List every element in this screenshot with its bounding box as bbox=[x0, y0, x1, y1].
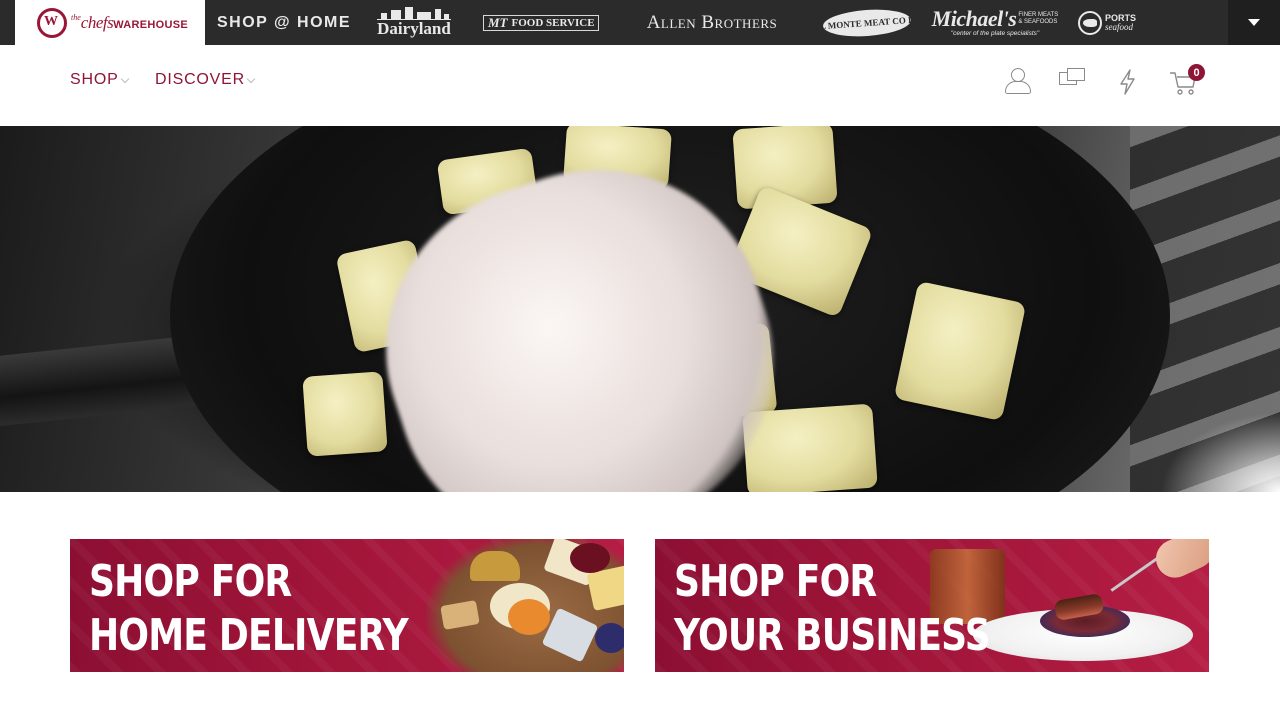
caret-down-icon bbox=[1248, 19, 1260, 26]
nav-discover-label: DISCOVER bbox=[155, 71, 245, 88]
brand-shop-at-home-link[interactable]: SHOP @ HOME bbox=[217, 0, 350, 45]
ports-fish-icon bbox=[1077, 10, 1102, 35]
mt-mark: MT bbox=[488, 14, 508, 30]
promo-business-banner[interactable]: SHOP FOR YOUR BUSINESS bbox=[655, 539, 1209, 672]
brand-michaels-label: Michael's bbox=[931, 5, 1017, 31]
brand-michaels-sub: FINER MEATS & SEAFOODS bbox=[1018, 11, 1059, 25]
dairyland-skyline-icon bbox=[377, 6, 451, 20]
nav-discover-menu[interactable]: DISCOVER bbox=[155, 70, 256, 90]
chefs-warehouse-wordmark: thechefsWAREHOUSE bbox=[71, 12, 189, 32]
brand-mt-food-service-link[interactable]: MT FOOD SERVICE bbox=[482, 0, 600, 45]
brand-allen-brothers-link[interactable]: Allen Brothers bbox=[630, 0, 794, 45]
brand-bar: W thechefsWAREHOUSE SHOP @ HOME Dairylan… bbox=[0, 0, 1280, 45]
promo-business-title: SHOP FOR YOUR BUSINESS bbox=[674, 556, 991, 661]
brand-del-monte-link[interactable]: DEL MONTE MEAT CO LLC bbox=[807, 0, 927, 45]
main-nav: SHOP DISCOVER bbox=[0, 45, 1280, 126]
chevron-down-icon bbox=[246, 74, 256, 83]
brand-ports-seafood-link[interactable]: PORTS seafood bbox=[1076, 0, 1138, 45]
promo-home-delivery-banner[interactable]: SHOP FOR HOME DELIVERY bbox=[70, 539, 624, 672]
brand-dairyland-link[interactable]: Dairyland bbox=[374, 0, 454, 45]
wordmark-the: the bbox=[71, 12, 81, 22]
chefs-warehouse-logo-icon: W bbox=[37, 7, 67, 38]
chat-icon[interactable] bbox=[1058, 67, 1088, 97]
brand-michaels-link[interactable]: Michael's FINER MEATS & SEAFOODS "center… bbox=[932, 0, 1059, 45]
brand-mt-food-service-label: FOOD SERVICE bbox=[511, 16, 595, 29]
brand-michaels-tagline: "center of the plate specialists" bbox=[950, 29, 1040, 37]
hero-image bbox=[0, 126, 1280, 492]
brand-ports-sub: seafood bbox=[1104, 21, 1133, 32]
promo-home-delivery-title: SHOP FOR HOME DELIVERY bbox=[89, 556, 409, 661]
brand-dropdown-button[interactable] bbox=[1228, 0, 1280, 45]
wordmark-warehouse: WAREHOUSE bbox=[113, 18, 189, 31]
nav-shop-menu[interactable]: SHOP bbox=[70, 70, 129, 90]
brand-del-monte-label: DEL MONTE MEAT CO LLC bbox=[807, 13, 927, 32]
brand-allen-brothers-label: Allen Brothers bbox=[646, 11, 778, 33]
logo-mark: W bbox=[44, 13, 58, 29]
nav-shop-label: SHOP bbox=[70, 71, 119, 88]
brand-shop-at-home-label: SHOP @ HOME bbox=[216, 13, 352, 31]
wordmark-chefs: chefs bbox=[80, 12, 114, 32]
chevron-down-icon bbox=[120, 74, 129, 83]
user-icon[interactable] bbox=[1003, 67, 1033, 97]
flash-icon[interactable] bbox=[1113, 67, 1143, 97]
chefs-warehouse-logo-link[interactable]: W thechefsWAREHOUSE bbox=[15, 0, 205, 45]
mt-food-service-logo: MT FOOD SERVICE bbox=[483, 14, 599, 31]
cart-count-badge: 0 bbox=[1188, 64, 1205, 81]
del-monte-logo: DEL MONTE MEAT CO LLC bbox=[807, 6, 927, 39]
brand-dairyland-label: Dairyland bbox=[377, 18, 451, 38]
